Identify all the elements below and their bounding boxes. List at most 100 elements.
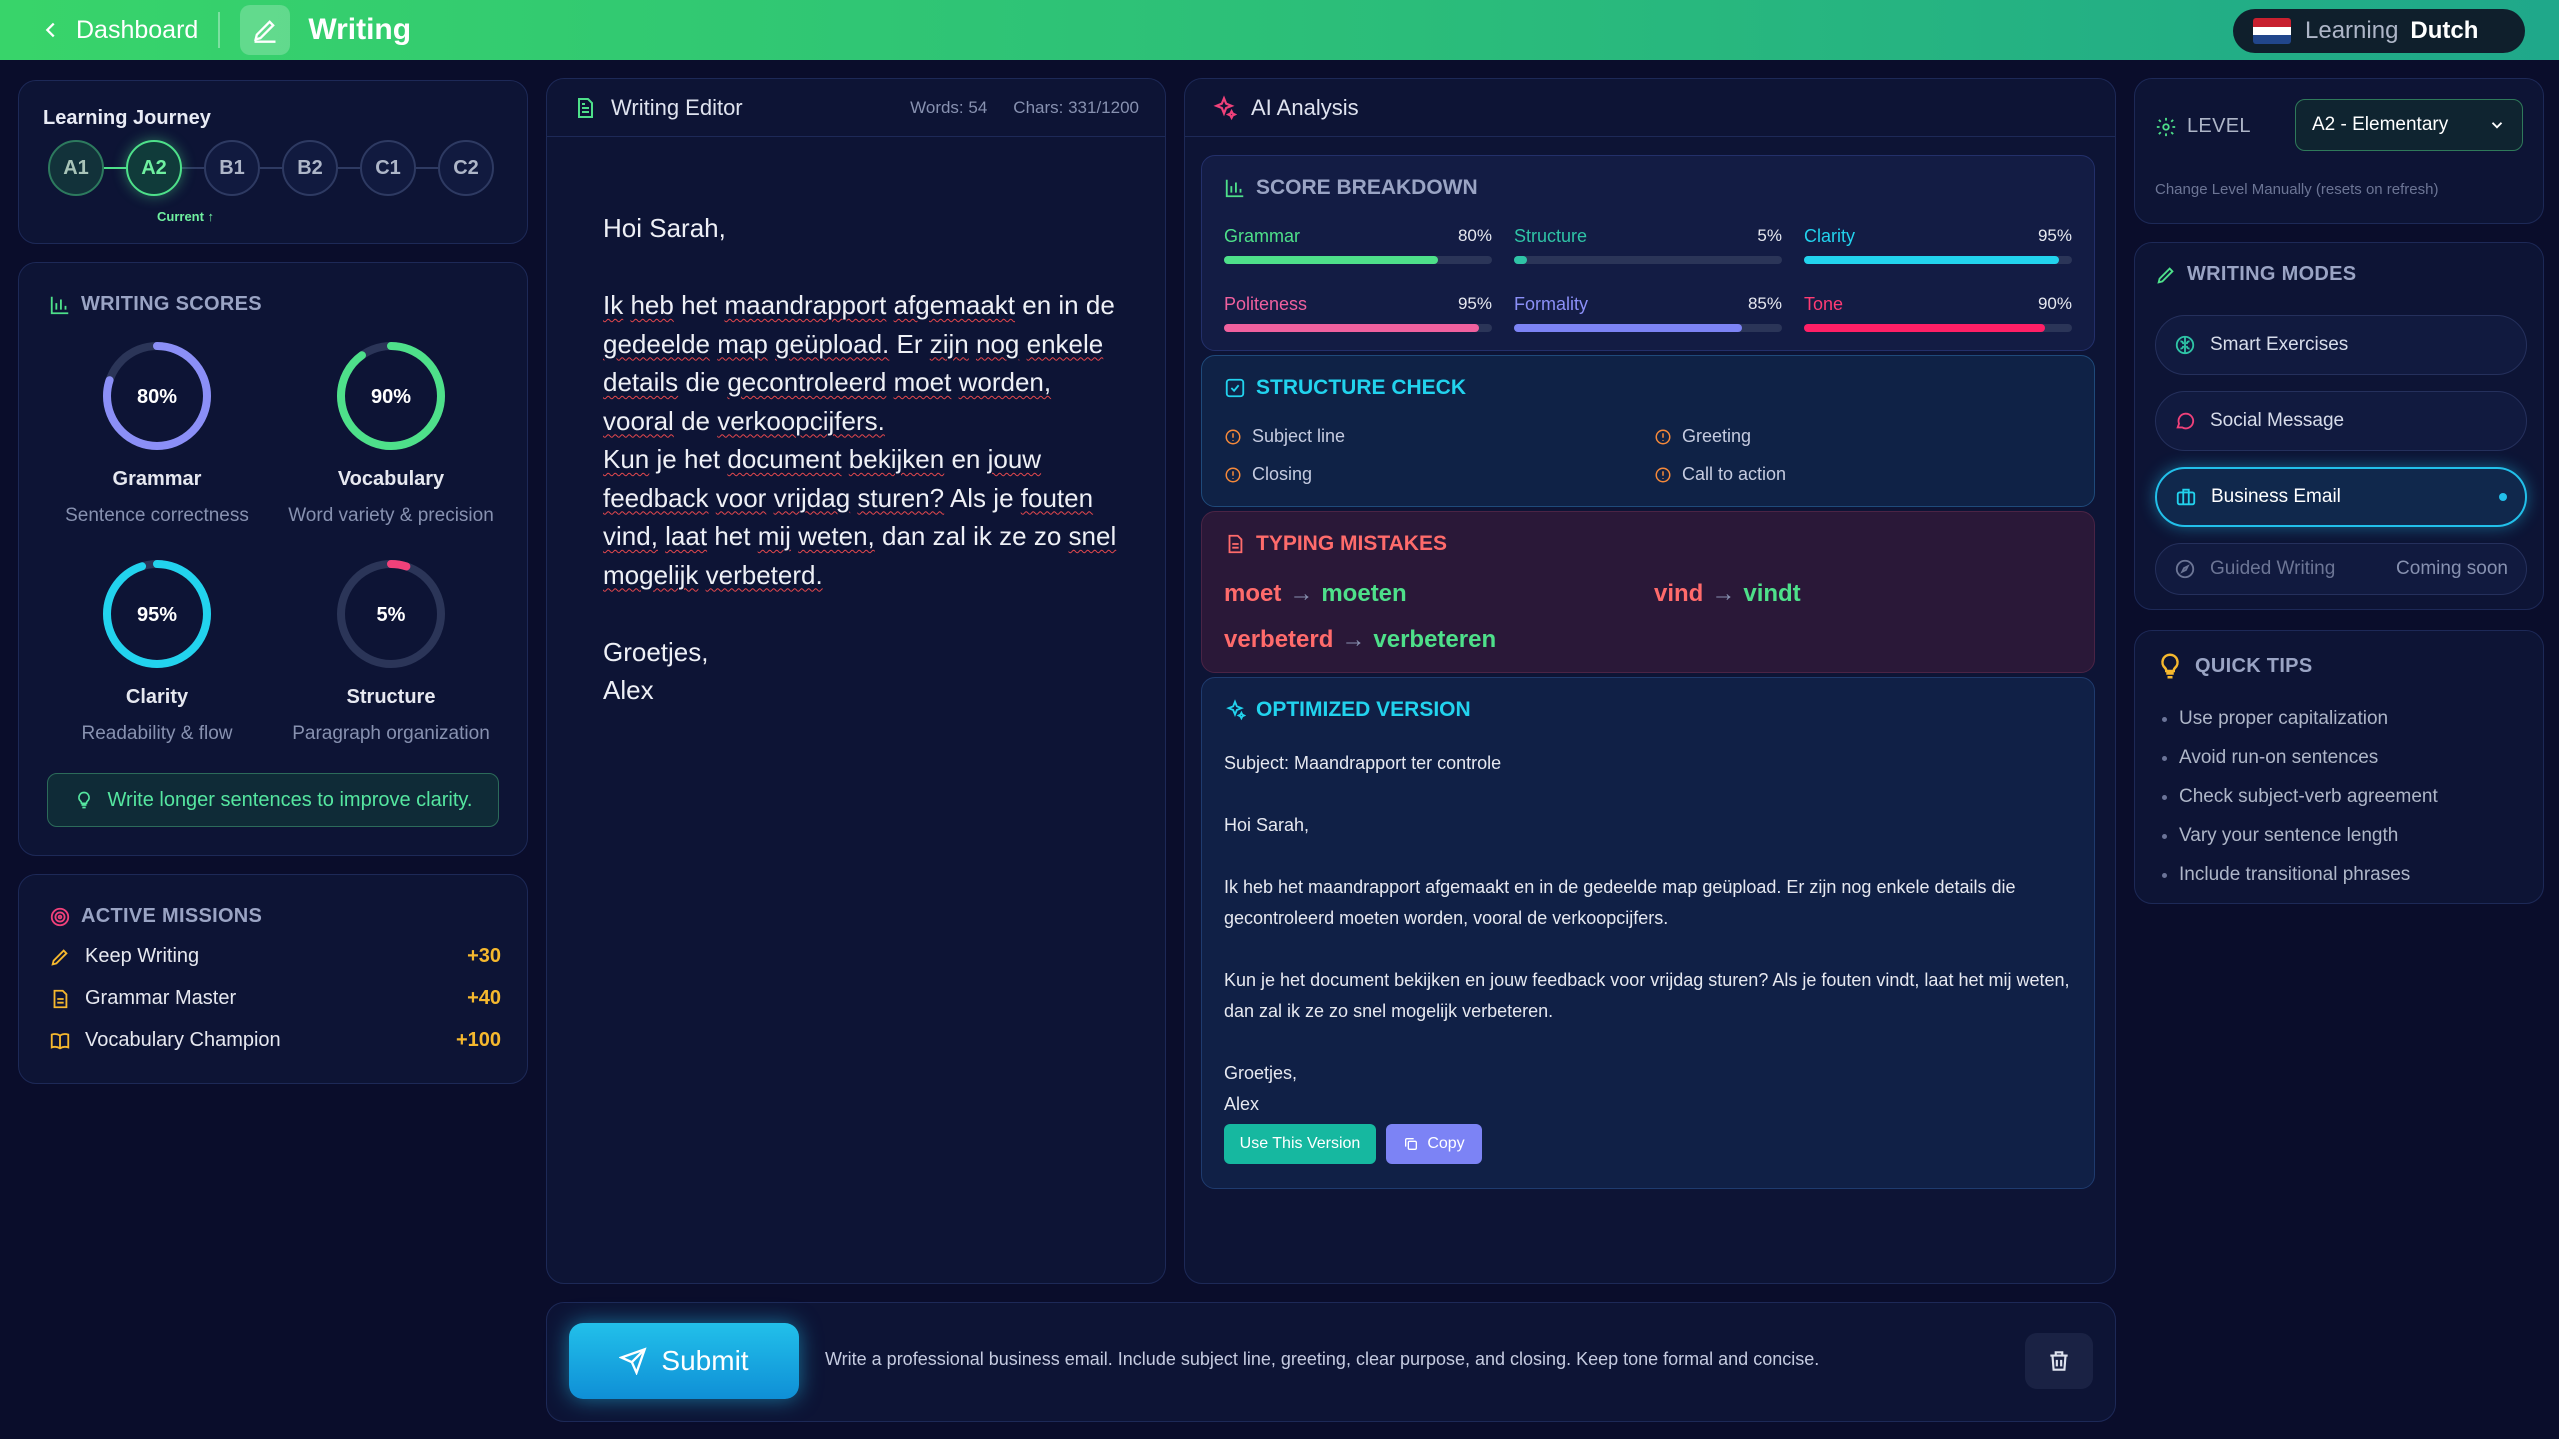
- vocabulary-ring-value: 90%: [371, 386, 411, 408]
- mission-grammar-master[interactable]: Grammar Master +40: [49, 987, 501, 1010]
- copy-button[interactable]: Copy: [1386, 1124, 1482, 1164]
- missions-title: ACTIVE MISSIONS: [81, 905, 263, 927]
- mistake-item: moet → moeten: [1224, 580, 1407, 608]
- structure-header: STRUCTURE CHECK: [1224, 376, 1466, 400]
- structure-ring-value: 5%: [377, 604, 406, 626]
- editor-word: jouw: [987, 444, 1042, 474]
- editor-word: gedeelde: [603, 328, 710, 359]
- clarity-desc: Readability & flow: [81, 723, 233, 744]
- bar-chart-icon: [1225, 179, 1244, 198]
- use-this-version-button[interactable]: Use This Version: [1224, 1124, 1376, 1164]
- mistake-item: verbeterd → verbeteren: [1224, 626, 1496, 654]
- mode-business-email[interactable]: Business Email: [2155, 467, 2527, 527]
- level-select[interactable]: A2 - Elementary: [2295, 99, 2523, 151]
- level-a2[interactable]: A2: [126, 140, 182, 196]
- back-to-dashboard-link[interactable]: Dashboard: [40, 16, 198, 45]
- document-icon: [53, 989, 68, 1008]
- mistake-wrong: vind: [1654, 580, 1704, 607]
- journey-connector: [338, 167, 360, 169]
- editor-word: de: [1085, 290, 1115, 320]
- level-a1[interactable]: A1: [48, 140, 104, 196]
- chevron-down-icon: [2491, 122, 2503, 129]
- editor-word: feedback: [603, 482, 709, 513]
- level-select-value: A2 - Elementary: [2312, 114, 2449, 135]
- analysis-title: AI Analysis: [1251, 94, 1359, 120]
- editor-textarea[interactable]: Hoi Sarah, Ik heb het maandrapport afgem…: [603, 209, 1123, 710]
- editor-word: en: [951, 444, 981, 474]
- bar-label: Grammar: [1224, 226, 1300, 246]
- bar-label: Politeness: [1224, 294, 1308, 314]
- editor-word: laat: [665, 521, 708, 551]
- structure-check-card: STRUCTURE CHECK Subject line Greeting Cl…: [1201, 355, 2095, 507]
- level-title: LEVEL: [2187, 115, 2251, 137]
- editor-word: ik: [973, 521, 992, 551]
- editor-word: mogelijk: [603, 559, 699, 590]
- editor-word: verkoopcijfers.: [717, 405, 885, 436]
- grammar-ring-value: 80%: [137, 386, 177, 408]
- compass-icon: [2175, 559, 2195, 579]
- bar-structure: Structure 5%: [1514, 226, 1782, 264]
- structure-desc: Paragraph organization: [292, 723, 490, 744]
- check-subject-line: Subject line: [1224, 426, 1345, 447]
- editor-word: Hoi: [603, 213, 643, 243]
- mode-label: Guided Writing: [2210, 558, 2336, 579]
- gear-icon: [2156, 117, 2176, 136]
- book-icon: [50, 1032, 70, 1049]
- level-b2[interactable]: B2: [282, 140, 338, 196]
- tips-header: QUICK TIPS: [2155, 651, 2312, 681]
- mode-smart-exercises[interactable]: Smart Exercises: [2155, 315, 2527, 375]
- editor-word: map: [717, 328, 768, 359]
- editor-word: Ik: [603, 290, 624, 320]
- arrow-right-icon: →: [1289, 580, 1314, 607]
- editor-word: gecontroleerd: [727, 367, 887, 397]
- bar-clarity: Clarity 95%: [1804, 226, 2072, 264]
- language-prefix: Learning: [2305, 17, 2399, 44]
- editor-word: nog: [976, 328, 1020, 359]
- score-tip: Write longer sentences to improve clarit…: [47, 773, 499, 827]
- checkbox-icon: [1225, 378, 1245, 398]
- alert-circle-icon: [1655, 467, 1671, 482]
- language-indicator[interactable]: Learning Dutch: [2233, 9, 2525, 53]
- mode-social-message[interactable]: Social Message: [2155, 391, 2527, 451]
- submit-button[interactable]: Submit: [569, 1323, 799, 1399]
- bar-fill: [1514, 256, 1528, 264]
- check-greeting: Greeting: [1654, 426, 1751, 447]
- mission-keep-writing[interactable]: Keep Writing +30: [49, 945, 501, 968]
- check-label: Subject line: [1252, 426, 1346, 446]
- mistakes-header: TYPING MISTAKES: [1224, 532, 1447, 556]
- structure-score: 5% Structure Paragraph organization: [281, 557, 501, 745]
- mission-points: +40: [467, 987, 501, 1009]
- level-b1[interactable]: B1: [204, 140, 260, 196]
- check-closing: Closing: [1224, 464, 1312, 485]
- editor-word: vooral: [603, 405, 674, 436]
- modes-header: WRITING MODES: [2155, 263, 2356, 286]
- tip-item: Check subject-verb agreement: [2179, 777, 2438, 816]
- journey-connector: [104, 167, 126, 169]
- tip-item: Include transitional phrases: [2179, 855, 2438, 894]
- bar-value: 95%: [1457, 294, 1492, 313]
- editor-word: je: [656, 444, 677, 474]
- optimized-text: Subject: Maandrapport ter controle Hoi S…: [1224, 753, 2070, 1114]
- mission-name: Vocabulary Champion: [85, 1029, 281, 1051]
- clear-button[interactable]: [2025, 1333, 2093, 1389]
- tips-list: Use proper capitalization Avoid run-on s…: [2157, 699, 2438, 894]
- breakdown-title: SCORE BREAKDOWN: [1256, 176, 1478, 199]
- copy-icon: [1405, 1138, 1418, 1150]
- clarity-ring-value: 95%: [137, 604, 177, 626]
- lightbulb-icon: [2161, 653, 2179, 679]
- editor-word: dan: [882, 521, 926, 551]
- document-icon: [578, 97, 593, 118]
- bar-value: 85%: [1747, 294, 1782, 313]
- sparkles-icon: [1213, 94, 1237, 120]
- level-c2[interactable]: C2: [438, 140, 494, 196]
- vocabulary-desc: Word variety & precision: [288, 505, 494, 526]
- editor-word: Alex: [603, 675, 654, 705]
- submit-label: Submit: [661, 1345, 749, 1376]
- journey-connector: [182, 167, 204, 169]
- level-c1[interactable]: C1: [360, 140, 416, 196]
- editor-word: afgemaakt: [893, 290, 1016, 320]
- scores-header: WRITING SCORES: [49, 293, 262, 316]
- tips-title: QUICK TIPS: [2195, 654, 2313, 677]
- mission-vocabulary-champion[interactable]: Vocabulary Champion +100: [49, 1029, 501, 1052]
- bar-grammar: Grammar 80%: [1224, 226, 1492, 264]
